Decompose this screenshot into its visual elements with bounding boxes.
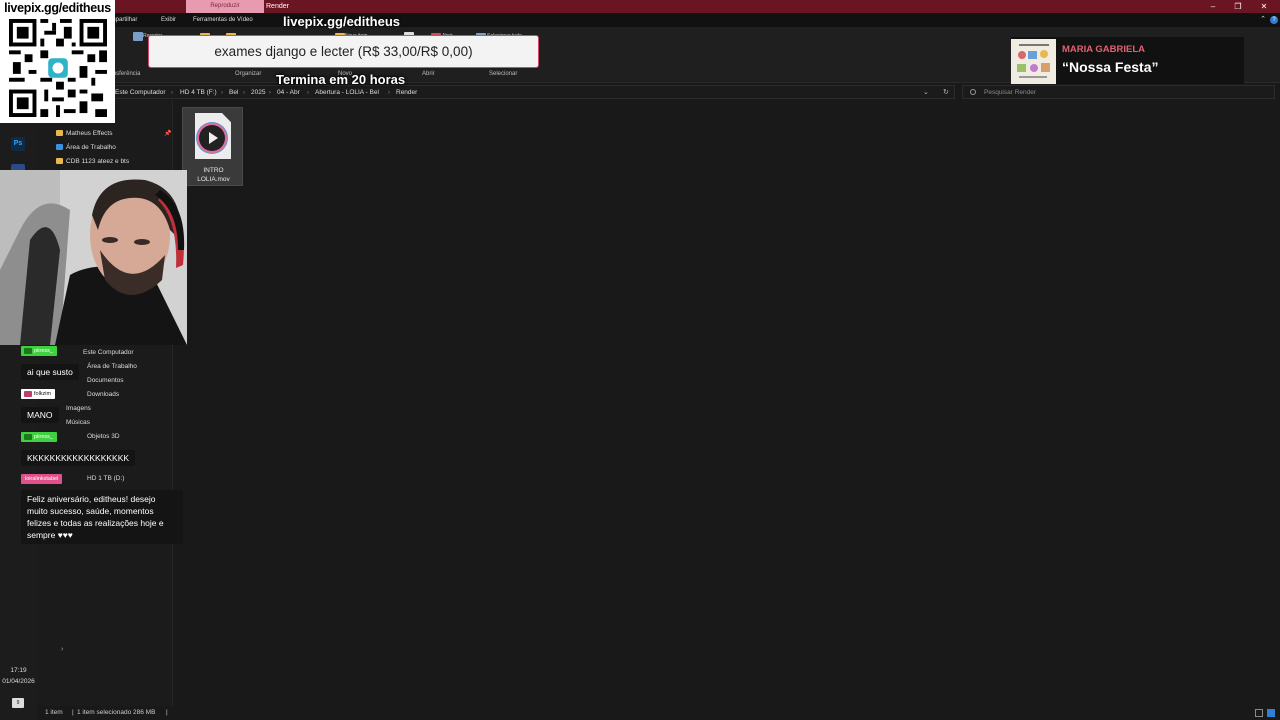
chevron-right-icon[interactable]: › — [388, 86, 390, 100]
tab-reproduzir[interactable]: Reproduzir — [186, 0, 264, 13]
breadcrumb-hd4tb[interactable]: HD 4 TB (F:) — [180, 86, 217, 100]
search-placeholder: Pesquisar Render — [984, 89, 1037, 96]
search-input[interactable]: Pesquisar Render — [962, 85, 1275, 99]
chevron-down-icon[interactable]: ⌄ — [923, 86, 929, 100]
minimize-button[interactable]: – — [1206, 0, 1220, 13]
chevron-right-icon[interactable]: › — [171, 86, 173, 100]
breadcrumb-04-abr[interactable]: 04 - Abr — [277, 86, 300, 100]
chevron-up-icon[interactable]: ⌃ — [1260, 13, 1266, 27]
chat-message: ai que susto — [21, 364, 79, 380]
qr-url: livepix.gg/editheus — [4, 1, 111, 15]
chat-user-badge: piiress_ — [21, 432, 57, 442]
nav-item-imagens[interactable]: Imagens — [66, 404, 91, 414]
tab-ferramentas-video[interactable]: Ferramentas de Vídeo — [193, 13, 253, 27]
badge-icon — [24, 434, 32, 440]
webcam-feed — [0, 170, 187, 345]
file-list: INTRO LOLIA.mov — [174, 100, 1280, 706]
nav-item-matheus-effects[interactable]: Matheus Effects — [56, 129, 113, 139]
large-icons-view-icon[interactable] — [1267, 709, 1275, 717]
chevron-right-icon[interactable]: › — [243, 86, 245, 100]
album-cover-icon — [1011, 39, 1056, 84]
nav-item-hd1tb[interactable]: HD 1 TB (D:) — [87, 474, 124, 484]
window-title: Render — [266, 3, 289, 10]
breadcrumb-render[interactable]: Render — [396, 86, 417, 100]
breadcrumb-este-computador[interactable]: Este Computador — [115, 86, 166, 100]
nav-item-musicas[interactable]: Músicas — [66, 418, 90, 428]
item-count: 1 item — [45, 709, 63, 716]
refresh-icon[interactable]: ↻ — [943, 86, 949, 100]
pin-icon[interactable]: 📌 — [164, 130, 171, 137]
nav-item-documentos[interactable]: Documentos — [87, 376, 124, 386]
title-bar: Reproduzir Render – ❐ ✕ — [0, 0, 1280, 13]
details-view-icon[interactable] — [1255, 709, 1263, 717]
qr-panel: livepix.gg/editheus — [0, 0, 115, 123]
group-organizar: Organizar — [235, 71, 262, 77]
now-playing-panel: MARIA GABRIELA “Nossa Festa” — [1011, 37, 1244, 84]
search-icon — [970, 89, 976, 95]
chevron-right-icon[interactable]: › — [269, 86, 271, 100]
music-song: “Nossa Festa” — [1062, 59, 1159, 75]
breadcrumb-2025[interactable]: 2025 — [251, 86, 265, 100]
nav-item-este-computador[interactable]: Este Computador — [83, 348, 134, 358]
music-artist: MARIA GABRIELA — [1062, 44, 1146, 55]
nav-item-objetos-3d[interactable]: Objetos 3D — [87, 432, 120, 442]
notification-icon[interactable]: 9 — [12, 698, 24, 708]
file-item[interactable]: INTRO LOLIA.mov — [182, 107, 243, 186]
clock-date[interactable]: 01/04/2026 — [0, 678, 37, 685]
file-name: INTRO LOLIA.mov — [197, 167, 230, 183]
desktop-icon — [56, 144, 63, 151]
group-abrir: Abrir — [422, 71, 435, 77]
close-button[interactable]: ✕ — [1257, 0, 1271, 13]
webcam-image — [0, 170, 187, 345]
nav-item-downloads[interactable]: Downloads — [87, 390, 119, 400]
chat-user-badge: piiress_ — [21, 346, 57, 356]
maximize-button[interactable]: ❐ — [1231, 0, 1245, 13]
folder-icon — [56, 130, 63, 137]
nav-item-area-trabalho-pc[interactable]: Área de Trabalho — [87, 362, 137, 372]
chevron-right-icon[interactable]: › — [221, 86, 223, 100]
chat-message: Feliz aniversário, editheus! desejo muit… — [21, 490, 183, 544]
qr-code-icon — [9, 19, 107, 117]
chat-message: MANO — [21, 407, 59, 423]
play-icon — [199, 125, 225, 151]
badge-icon — [24, 391, 32, 397]
status-divider: | — [72, 709, 74, 716]
goal-title: livepix.gg/editheus — [283, 14, 401, 29]
cut-icon[interactable] — [133, 32, 143, 41]
status-divider: | — [166, 709, 168, 716]
chat-message: KKKKKKKKKKKKKKKKKK — [21, 450, 136, 466]
folder-icon — [56, 158, 63, 165]
group-selecionar: Selecionar — [489, 71, 518, 77]
selection-info: 1 item selecionado 286 MB — [77, 709, 156, 716]
photoshop-icon[interactable]: Ps — [11, 137, 25, 151]
address-bar-row: Este Computador › HD 4 TB (F:) › Bel › 2… — [0, 84, 1280, 100]
badge-icon — [24, 348, 32, 354]
ribbon-tabs: Compartilhar Exibir Ferramentas de Vídeo… — [0, 13, 1280, 27]
help-icon[interactable]: ? — [1270, 16, 1278, 24]
clock-time[interactable]: 17:19 — [0, 667, 37, 674]
chat-user-badge: folkzim — [21, 389, 56, 399]
goal-countdown: Termina em 20 horas — [276, 72, 406, 87]
breadcrumb-abertura[interactable]: Abertura - LOLIA - Bel — [315, 86, 379, 100]
chevron-right-icon[interactable]: › — [307, 86, 309, 100]
status-bar: 1 item | 1 item selecionado 286 MB | — [37, 706, 1280, 720]
breadcrumb-bel[interactable]: Bel — [229, 86, 238, 100]
address-bar[interactable]: Este Computador › HD 4 TB (F:) › Bel › 2… — [112, 85, 955, 99]
chat-user-badge: loiralinkstabel — [21, 474, 63, 484]
nav-item-cdb[interactable]: CDB 1123 ateez e bts — [56, 157, 129, 167]
chevron-right-icon[interactable]: › — [61, 646, 63, 653]
tab-exibir[interactable]: Exibir — [161, 13, 176, 27]
goal-bar: exames django e lecter (R$ 33,00/R$ 0,00… — [148, 35, 539, 68]
nav-item-area-de-trabalho[interactable]: Área de Trabalho — [56, 143, 116, 153]
